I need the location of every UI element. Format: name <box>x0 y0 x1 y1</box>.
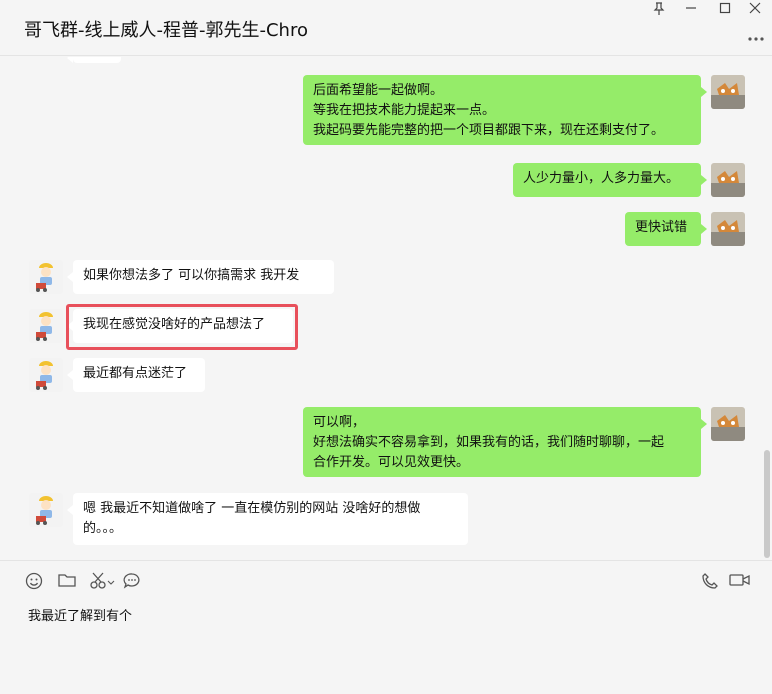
scrollbar[interactable] <box>764 450 770 558</box>
message-line: 好想法确实不容易拿到，如果我有的话，我们随时聊聊，一起 <box>313 435 665 450</box>
pin-icon[interactable] <box>646 2 672 20</box>
message-line: 我起码要先能完整的把一个项目都跟下来，现在还剩支付了。 <box>313 123 665 138</box>
message-bubble: 如果你想法多了 可以你搞需求 我开发 <box>67 260 334 294</box>
message-line: 嗯 我最近不知道做啥了 一直在模仿别的网站 没啥好的想做 <box>83 501 421 516</box>
message-line: 合作开发。可以见效更快。 <box>313 455 470 470</box>
avatar-contact[interactable] <box>29 493 63 527</box>
message-bubble-partial <box>67 57 121 63</box>
message-bubble: 嗯 我最近不知道做啥了 一直在模仿别的网站 没啥好的想做 的。。。 <box>67 493 468 545</box>
highlight-box <box>66 304 298 350</box>
message-bubble: 最近都有点迷茫了 <box>67 358 205 392</box>
chat-bubble-icon[interactable] <box>121 572 143 592</box>
scissors-icon[interactable] <box>88 572 116 592</box>
avatar-contact[interactable] <box>29 260 63 294</box>
message-line: 如果你想法多了 可以你搞需求 我开发 <box>83 268 300 283</box>
message-bubble: 可以啊， 好想法确实不容易拿到，如果我有的话，我们随时聊聊，一起 合作开发。可以… <box>303 407 707 477</box>
avatar-self[interactable] <box>711 212 745 246</box>
message-line: 等我在把技术能力提起来一点。 <box>313 103 496 118</box>
avatar-self[interactable] <box>711 407 745 441</box>
avatar-contact[interactable] <box>29 358 63 392</box>
message-line: 可以啊， <box>313 415 366 430</box>
folder-icon[interactable] <box>56 572 78 592</box>
message-line: 人少力量小，人多力量大。 <box>523 171 680 186</box>
message-list[interactable]: 后面希望能一起做啊。 等我在把技术能力提起来一点。 我起码要先能完整的把一个项目… <box>0 57 772 560</box>
more-icon[interactable] <box>748 26 764 45</box>
message-bubble: 人少力量小，人多力量大。 <box>513 163 707 197</box>
message-bubble: 更快试错 <box>625 212 707 246</box>
avatar-self[interactable] <box>711 163 745 197</box>
avatar-self[interactable] <box>711 75 745 109</box>
close-icon[interactable] <box>742 2 768 20</box>
title-bar: 哥飞群-线上威人-程普-郭先生-Chro <box>0 0 772 56</box>
input-divider <box>0 560 772 561</box>
message-bubble: 后面希望能一起做啊。 等我在把技术能力提起来一点。 我起码要先能完整的把一个项目… <box>303 75 707 145</box>
video-icon[interactable] <box>728 572 752 592</box>
message-line: 的。。。 <box>83 521 123 536</box>
message-line: 最近都有点迷茫了 <box>83 366 188 381</box>
chat-title: 哥飞群-线上威人-程普-郭先生-Chro <box>24 20 308 41</box>
message-input[interactable]: 我最近了解到有个 <box>28 605 132 624</box>
minimize-icon[interactable] <box>678 2 704 20</box>
emoji-icon[interactable] <box>23 572 45 592</box>
message-line: 后面希望能一起做啊。 <box>313 83 444 98</box>
phone-icon[interactable] <box>699 572 721 592</box>
avatar-contact[interactable] <box>29 309 63 343</box>
message-line: 更快试错 <box>635 220 688 235</box>
maximize-icon[interactable] <box>712 2 738 20</box>
